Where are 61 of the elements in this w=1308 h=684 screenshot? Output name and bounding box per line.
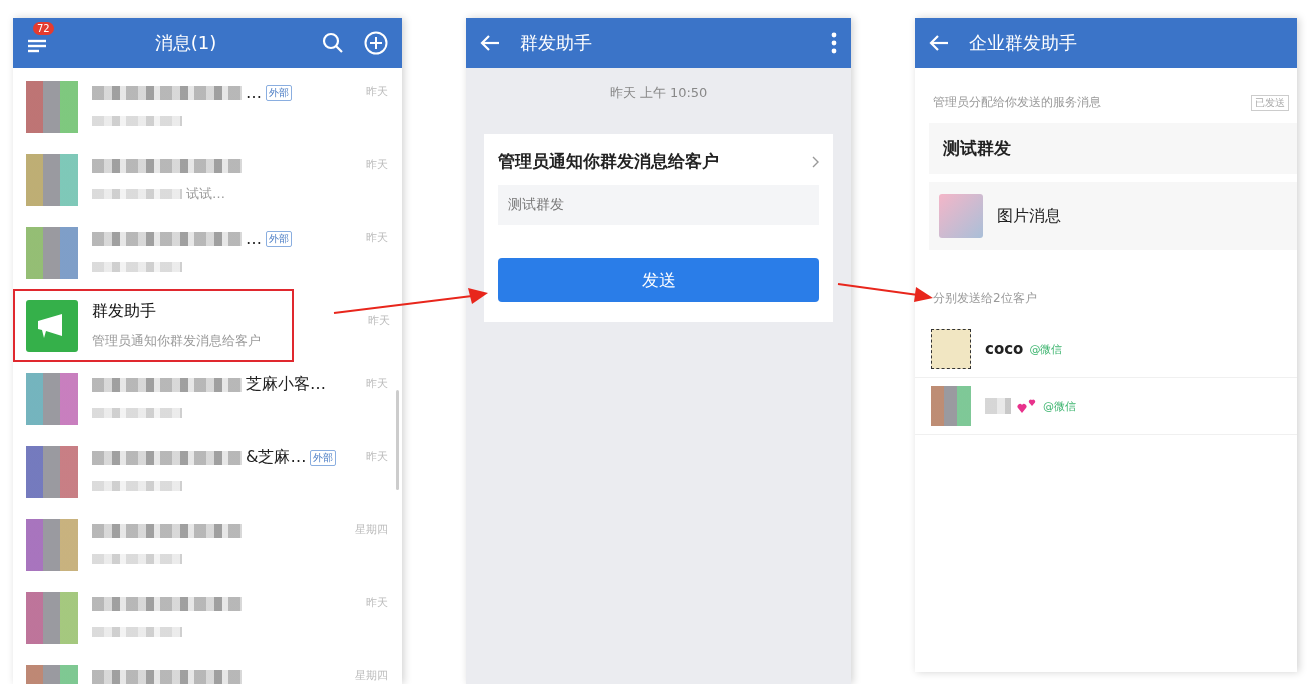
- conversation-time: 昨天: [366, 376, 388, 391]
- conversation-time: 昨天: [366, 595, 388, 610]
- back-arrow-icon[interactable]: [929, 34, 949, 52]
- pixelated-avatar: [26, 372, 78, 425]
- pixelated-avatar: [26, 80, 78, 133]
- conversation-name: …: [246, 229, 262, 248]
- image-message-label: 图片消息: [997, 205, 1061, 227]
- pixelated-avatar: [26, 153, 78, 206]
- screen-title: 消息(1): [153, 31, 218, 55]
- recipient-source: @微信: [1043, 398, 1076, 414]
- pixelated-avatar: [26, 518, 78, 571]
- message-text: 测试群发: [498, 185, 819, 225]
- conversation-item[interactable]: … 外部 昨天: [13, 216, 402, 289]
- megaphone-icon: [26, 299, 78, 352]
- back-arrow-icon[interactable]: [480, 34, 500, 52]
- recipient-item[interactable]: coco @微信: [915, 321, 1297, 378]
- screen-title: 企业群发助手: [969, 31, 1078, 55]
- conversation-time: 星期四: [355, 668, 388, 683]
- recipients-heading: 分别发送给2位客户: [933, 290, 1038, 307]
- conversation-time: 昨天: [366, 157, 388, 172]
- add-icon[interactable]: [364, 31, 388, 55]
- pixelated-avatar: [931, 386, 971, 426]
- send-button[interactable]: 发送: [498, 258, 819, 302]
- external-tag: 外部: [266, 84, 292, 101]
- more-icon[interactable]: [831, 32, 837, 54]
- conversation-time: 昨天: [366, 230, 388, 245]
- avatar-placeholder: [931, 329, 971, 369]
- sent-status: 已发送: [1251, 94, 1289, 111]
- conversation-name: 芝麻小客…: [246, 374, 326, 395]
- text-message: 测试群发: [929, 123, 1297, 174]
- external-tag: 外部: [266, 230, 292, 247]
- conversation-time: 星期四: [355, 522, 388, 537]
- conversation-preview: 试试…: [186, 184, 225, 203]
- conversation-item[interactable]: … 外部 昨天: [13, 70, 402, 143]
- conversation-preview: 管理员通知你群发消息给客户: [92, 332, 262, 350]
- image-thumbnail: [939, 194, 983, 238]
- screen-title: 群发助手: [520, 31, 593, 55]
- external-tag: 外部: [310, 449, 337, 466]
- recipient-source: @微信: [1029, 341, 1063, 357]
- chevron-right-icon: [812, 155, 819, 168]
- menu-icon[interactable]: [27, 38, 47, 54]
- message-card[interactable]: 管理员通知你群发消息给客户 测试群发 发送: [484, 134, 833, 322]
- conversation-name: &芝麻…: [246, 447, 307, 468]
- hearts-icon: [1017, 398, 1037, 414]
- search-icon[interactable]: [322, 32, 344, 54]
- conversation-item[interactable]: 芝麻小客… 昨天: [13, 362, 402, 435]
- card-title: 管理员通知你群发消息给客户: [498, 150, 719, 173]
- conversation-item[interactable]: &芝麻… 外部 昨天: [13, 435, 402, 508]
- section-label: 管理员分配给你发送的服务消息: [933, 94, 1101, 111]
- pixelated-avatar: [26, 226, 78, 279]
- pixelated-avatar: [26, 445, 78, 498]
- unread-badge: 72: [33, 22, 54, 35]
- pixelated-text: [985, 398, 1011, 414]
- recipient-name: coco: [985, 340, 1024, 358]
- conversation-name: …: [246, 83, 262, 102]
- conversation-name: 群发助手: [92, 301, 157, 322]
- timestamp: 昨天 上午 10:50: [609, 84, 708, 102]
- conversation-time: 昨天: [366, 84, 388, 99]
- conversation-time: 昨天: [368, 313, 390, 328]
- pixelated-avatar: [26, 591, 78, 644]
- conversation-time: 昨天: [366, 449, 388, 464]
